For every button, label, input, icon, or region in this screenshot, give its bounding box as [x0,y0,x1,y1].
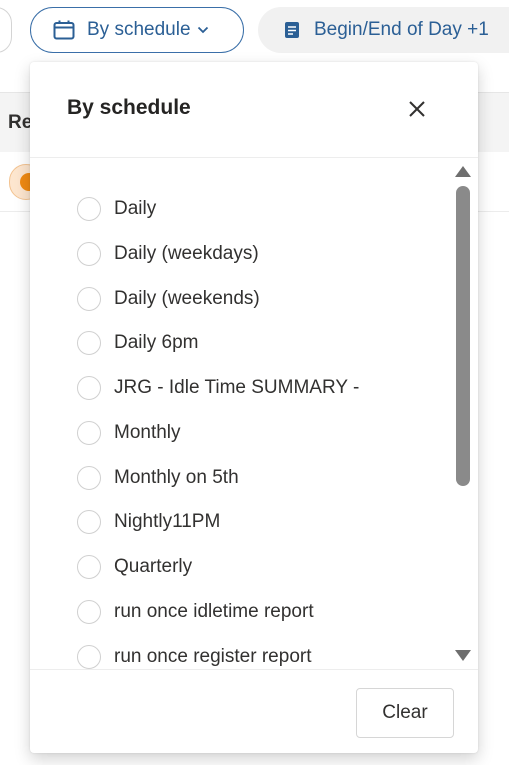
document-icon [285,22,299,38]
close-button[interactable] [398,90,436,128]
list-item[interactable]: run once idletime report [77,594,437,630]
radio-button[interactable] [77,376,101,400]
dropdown-title: By schedule [67,96,191,119]
table-header-cell: Re [8,112,33,133]
option-label: run once register report [114,646,312,667]
close-icon [409,101,425,117]
by-schedule-filter-chip[interactable]: By schedule [30,7,244,53]
radio-button[interactable] [77,242,101,266]
screen: By schedule Begin/End of Day +1 Re By sc… [0,0,509,765]
filter-toolbar: By schedule Begin/End of Day +1 [0,0,509,62]
radio-button[interactable] [77,645,101,669]
clear-button[interactable]: Clear [356,688,454,738]
option-label: Monthly [114,422,181,443]
schedule-options-list: Daily Daily (weekdays) Daily (weekends) … [30,159,478,669]
list-item[interactable]: Monthly on 5th [77,460,437,496]
list-item[interactable]: Nightly11PM [77,504,437,540]
option-label: Daily (weekdays) [114,243,259,264]
scrollbar[interactable] [452,162,476,668]
scrollbar-thumb[interactable] [456,186,470,486]
list-item[interactable]: Quarterly [77,549,437,585]
previous-filter-chip[interactable] [0,7,12,53]
calendar-icon [53,20,75,40]
list-item[interactable]: Daily [77,191,437,227]
option-label: JRG - Idle Time SUMMARY - [114,377,360,398]
begin-end-of-day-filter-chip[interactable]: Begin/End of Day +1 [258,7,509,53]
dropdown-header: By schedule [30,62,478,158]
radio-button[interactable] [77,197,101,221]
option-label: Daily 6pm [114,332,199,353]
radio-button[interactable] [77,331,101,355]
scroll-down-arrow-icon[interactable] [455,650,471,661]
dropdown-footer: Clear [30,669,478,753]
list-item[interactable]: Monthly [77,415,437,451]
list-item[interactable]: Daily 6pm [77,325,437,361]
list-item[interactable]: run once register report [77,639,437,669]
schedule-dropdown-panel: By schedule Daily Daily (weekdays) Daily… [30,62,478,753]
radio-button[interactable] [77,555,101,579]
radio-button[interactable] [77,421,101,445]
radio-button[interactable] [77,510,101,534]
option-label: Nightly11PM [114,511,221,532]
by-schedule-chip-label: By schedule [87,19,191,40]
chevron-down-icon [197,26,208,34]
option-label: Quarterly [114,556,193,577]
scroll-up-arrow-icon[interactable] [455,166,471,177]
radio-button[interactable] [77,600,101,624]
option-label: Daily [114,198,157,219]
option-label: Monthly on 5th [114,467,239,488]
radio-button[interactable] [77,287,101,311]
begin-end-chip-label: Begin/End of Day +1 [314,19,489,40]
list-item[interactable]: Daily (weekends) [77,281,437,317]
radio-button[interactable] [77,466,101,490]
list-item[interactable]: Daily (weekdays) [77,236,437,272]
option-label: Daily (weekends) [114,288,260,309]
option-label: run once idletime report [114,601,314,622]
list-item[interactable]: JRG - Idle Time SUMMARY - [77,370,437,406]
